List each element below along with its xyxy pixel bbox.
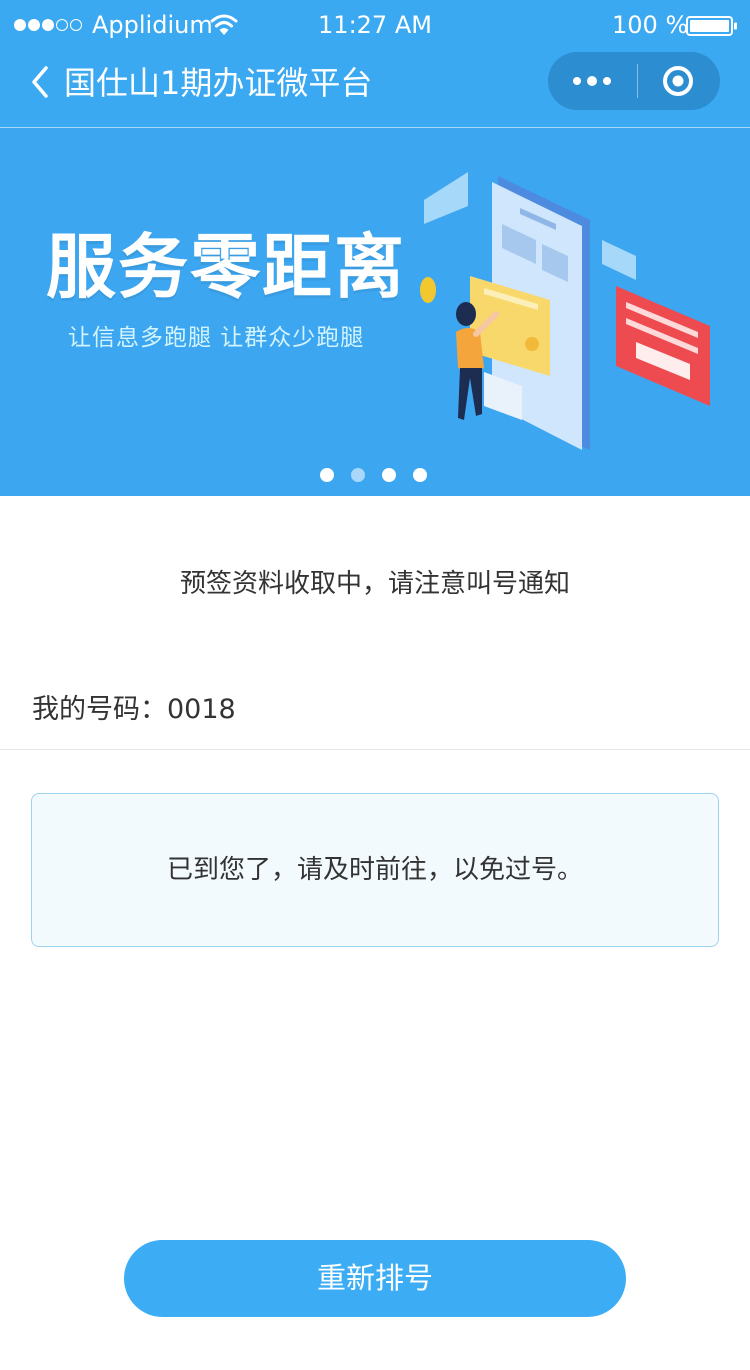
more-dots-icon[interactable] [572, 69, 612, 93]
pager-dot[interactable] [382, 468, 396, 482]
phone-illustration [420, 172, 710, 450]
battery-icon [686, 16, 737, 36]
section-divider [0, 749, 750, 750]
page-title: 国仕山1期办证微平台 [64, 64, 373, 102]
pager-dot[interactable] [351, 468, 365, 482]
status-bar: Applidium 11:27 AM 100 % [0, 0, 750, 52]
battery-percentage: 100 % [612, 11, 689, 39]
banner-title: 服务零距离 [46, 226, 406, 308]
carousel-pager [320, 468, 427, 482]
banner-carousel[interactable]: 服务零距离 让信息多跑腿 让群众少跑腿 [0, 128, 750, 496]
status-notice: 预签资料收取中，请注意叫号通知 [179, 569, 570, 599]
my-queue-number: 我的号码：0018 [32, 694, 236, 725]
top-header: Applidium 11:27 AM 100 % 国仕山1期办证微平台 [0, 0, 750, 128]
mini-program-capsule [548, 52, 720, 110]
navigation-bar: 国仕山1期办证微平台 [0, 52, 750, 128]
pager-dot-active[interactable] [320, 468, 334, 482]
requeue-button[interactable]: 重新排号 [124, 1240, 626, 1317]
call-alert-box: 已到您了，请及时前往，以免过号。 [31, 793, 719, 947]
call-alert-text: 已到您了，请及时前往，以免过号。 [166, 855, 583, 885]
target-circle-icon[interactable] [662, 65, 694, 97]
banner-subtitle: 让信息多跑腿 让群众少跑腿 [68, 325, 365, 351]
capsule-divider [637, 64, 638, 98]
pager-dot[interactable] [413, 468, 427, 482]
chevron-left-icon[interactable] [26, 62, 56, 102]
